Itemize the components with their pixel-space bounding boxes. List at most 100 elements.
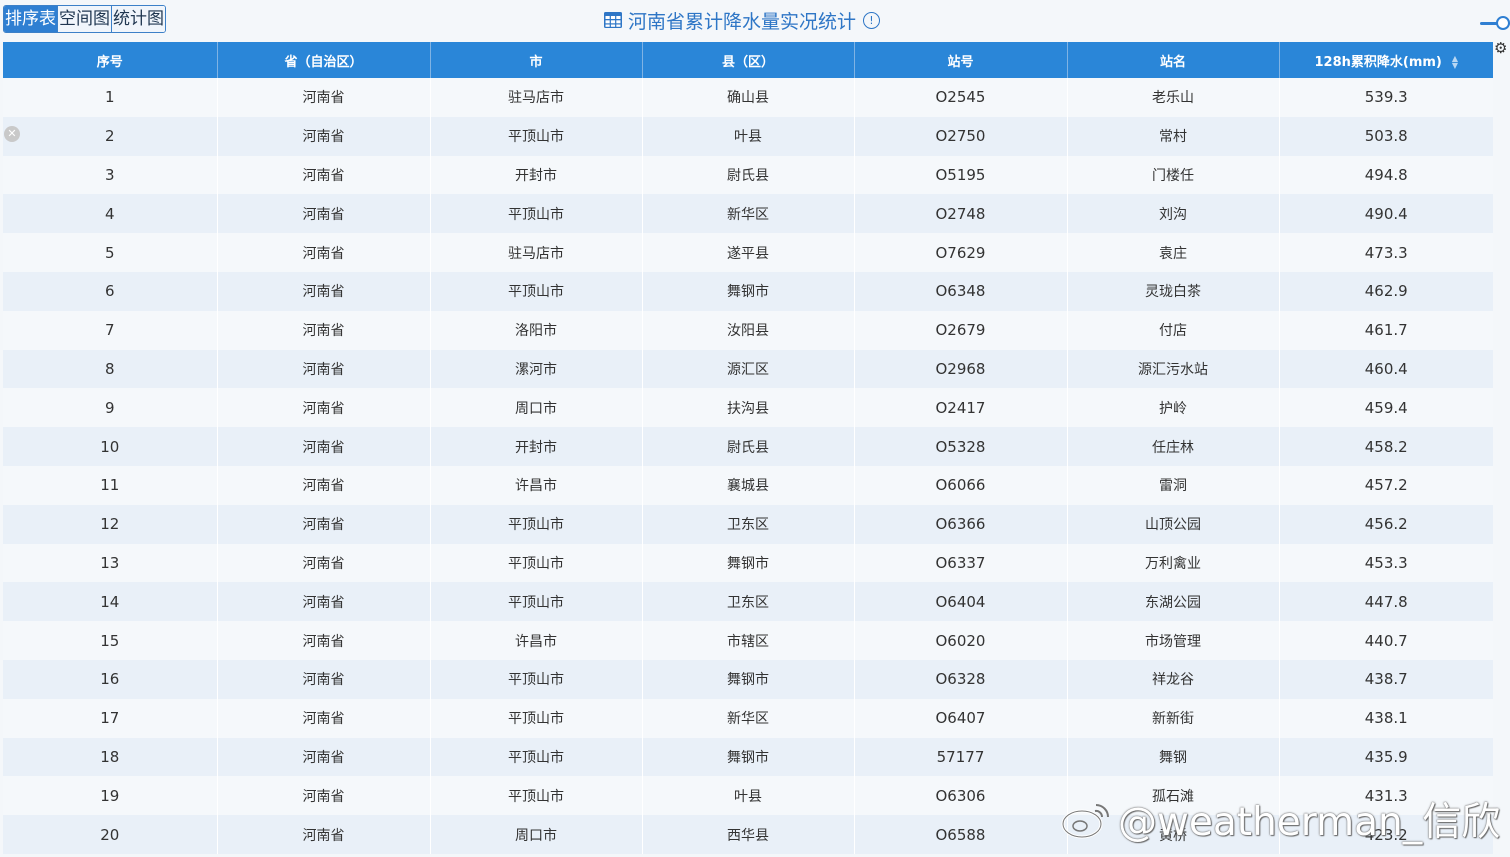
cell-city: 开封市 xyxy=(430,427,643,466)
table-row[interactable]: 18 河南省 平顶山市 舞钢市 57177 舞钢 435.9 xyxy=(3,737,1493,777)
column-header-city[interactable]: 市 xyxy=(430,42,643,78)
cell-city: 周口市 xyxy=(430,388,643,428)
cell-station-name: 祥龙谷 xyxy=(1067,659,1280,699)
cell-precipitation: 440.7 xyxy=(1279,621,1493,660)
cell-city: 平顶山市 xyxy=(430,776,643,816)
cell-station-id: O2679 xyxy=(854,310,1068,350)
table-row[interactable]: 14 河南省 平顶山市 卫东区 O6404 东湖公园 447.8 xyxy=(3,582,1493,622)
column-header-station-name[interactable]: 站名 xyxy=(1067,42,1280,78)
column-header-province[interactable]: 省（自治区） xyxy=(217,42,431,78)
cell-precipitation: 539.3 xyxy=(1279,78,1493,117)
cell-index: 18 xyxy=(3,737,218,777)
top-bar: 排序表 空间图 统计图 河南省累计降水量实况统计 ! xyxy=(0,0,1510,40)
cell-city: 平顶山市 xyxy=(430,194,643,234)
tab-spatial-map[interactable]: 空间图 xyxy=(58,6,112,32)
cell-city: 平顶山市 xyxy=(430,737,643,777)
cell-county: 襄城县 xyxy=(642,465,855,505)
cell-city: 开封市 xyxy=(430,155,643,195)
cell-county: 西华县 xyxy=(642,815,855,854)
table-row[interactable]: 2 河南省 平顶山市 叶县 O2750 常村 503.8 xyxy=(3,116,1493,156)
cell-precipitation: 457.2 xyxy=(1279,465,1493,505)
cell-station-name: 老乐山 xyxy=(1067,78,1280,117)
cell-station-name: 袁庄 xyxy=(1067,233,1280,272)
cell-county: 尉氏县 xyxy=(642,427,855,466)
cell-station-id: O6407 xyxy=(854,698,1068,738)
cell-station-id: O2545 xyxy=(854,78,1068,117)
cell-precipitation: 438.7 xyxy=(1279,659,1493,699)
column-header-station-id[interactable]: 站号 xyxy=(854,42,1068,78)
cell-province: 河南省 xyxy=(217,349,431,389)
precipitation-header-label: 128h累积降水(mm) xyxy=(1314,54,1442,70)
sort-icon[interactable]: ▲ ▼ xyxy=(1452,55,1458,70)
close-icon[interactable]: ✕ xyxy=(4,126,20,142)
table-row[interactable]: 3 河南省 开封市 尉氏县 O5195 门楼任 494.8 xyxy=(3,155,1493,195)
table-row[interactable]: 12 河南省 平顶山市 卫东区 O6366 山顶公园 456.2 xyxy=(3,504,1493,544)
cell-precipitation: 435.9 xyxy=(1279,737,1493,777)
table-row[interactable]: 13 河南省 平顶山市 舞钢市 O6337 万利禽业 453.3 xyxy=(3,543,1493,583)
cell-station-name: 山顶公园 xyxy=(1067,504,1280,544)
table-row[interactable]: 11 河南省 许昌市 襄城县 O6066 雷洞 457.2 xyxy=(3,465,1493,505)
cell-station-name: 刘沟 xyxy=(1067,194,1280,234)
cell-province: 河南省 xyxy=(217,776,431,816)
table-row[interactable]: 6 河南省 平顶山市 舞钢市 O6348 灵珑白茶 462.9 xyxy=(3,271,1493,311)
column-header-county[interactable]: 县（区） xyxy=(642,42,855,78)
column-header-precipitation[interactable]: 128h累积降水(mm) ▲ ▼ xyxy=(1279,42,1493,78)
cell-city: 平顶山市 xyxy=(430,271,643,311)
cell-province: 河南省 xyxy=(217,698,431,738)
cell-county: 新华区 xyxy=(642,194,855,234)
cell-province: 河南省 xyxy=(217,310,431,350)
cell-city: 洛阳市 xyxy=(430,310,643,350)
cell-station-id: O7629 xyxy=(854,233,1068,272)
cell-index: 12 xyxy=(3,504,218,544)
table-body: 1 河南省 驻马店市 确山县 O2545 老乐山 539.3 2 河南省 平顶山市 叶县 O2750 常… xyxy=(3,78,1493,854)
cell-precipitation: 453.3 xyxy=(1279,543,1493,583)
table-row[interactable]: 8 河南省 漯河市 源汇区 O2968 源汇污水站 460.4 xyxy=(3,349,1493,389)
table-row[interactable]: 7 河南省 洛阳市 汝阳县 O2679 付店 461.7 xyxy=(3,310,1493,350)
cell-index: 7 xyxy=(3,310,218,350)
table-row[interactable]: 1 河南省 驻马店市 确山县 O2545 老乐山 539.3 xyxy=(3,78,1493,117)
cell-precipitation: 494.8 xyxy=(1279,155,1493,195)
table-row[interactable]: 4 河南省 平顶山市 新华区 O2748 刘沟 490.4 xyxy=(3,194,1493,234)
cell-precipitation: 503.8 xyxy=(1279,116,1493,156)
cell-city: 驻马店市 xyxy=(430,233,643,272)
cell-county: 市辖区 xyxy=(642,621,855,660)
info-icon[interactable]: ! xyxy=(863,11,881,29)
cell-station-id: O6328 xyxy=(854,659,1068,699)
table-row[interactable]: 16 河南省 平顶山市 舞钢市 O6328 祥龙谷 438.7 xyxy=(3,659,1493,699)
cell-precipitation: 460.4 xyxy=(1279,349,1493,389)
cell-county: 源汇区 xyxy=(642,349,855,389)
cell-index: 15 xyxy=(3,621,218,660)
cell-county: 叶县 xyxy=(642,116,855,156)
cell-county: 卫东区 xyxy=(642,582,855,622)
cell-county: 舞钢市 xyxy=(642,659,855,699)
cell-city: 平顶山市 xyxy=(430,659,643,699)
cell-county: 舞钢市 xyxy=(642,543,855,583)
table-row[interactable]: 5 河南省 驻马店市 遂平县 O7629 袁庄 473.3 xyxy=(3,233,1493,272)
toggle-slider-knob[interactable] xyxy=(1496,16,1510,30)
table-row[interactable]: 9 河南省 周口市 扶沟县 O2417 护岭 459.4 xyxy=(3,388,1493,428)
watermark-text: @weatherman_信欣 xyxy=(1118,800,1501,845)
ranking-table: 序号 省（自治区） 市 县（区） 站号 站名 128h累积降水(mm) ▲ ▼ 1河… xyxy=(3,42,1493,854)
tab-statistics-chart[interactable]: 统计图 xyxy=(112,6,165,32)
cell-station-name: 雷洞 xyxy=(1067,465,1280,505)
tab-ranking-table[interactable]: 排序表 xyxy=(4,6,58,32)
cell-city: 平顶山市 xyxy=(430,504,643,544)
table-header-row: 序号 省（自治区） 市 县（区） 站号 站名 128h累积降水(mm) ▲ ▼ xyxy=(3,42,1493,78)
cell-station-id: O6404 xyxy=(854,582,1068,622)
table-row[interactable]: 17 河南省 平顶山市 新华区 O6407 新新街 438.1 xyxy=(3,698,1493,738)
cell-county: 遂平县 xyxy=(642,233,855,272)
cell-precipitation: 462.9 xyxy=(1279,271,1493,311)
cell-station-id: O5328 xyxy=(854,427,1068,466)
column-header-index[interactable]: 序号 xyxy=(3,42,218,78)
table-row[interactable]: 10 河南省 开封市 尉氏县 O5328 任庄林 458.2 xyxy=(3,427,1493,466)
cell-city: 平顶山市 xyxy=(430,698,643,738)
cell-index: 9 xyxy=(3,388,218,428)
gear-icon[interactable]: ⚙ xyxy=(1494,40,1510,56)
cell-province: 河南省 xyxy=(217,233,431,272)
cell-station-name: 新新街 xyxy=(1067,698,1280,738)
cell-city: 漯河市 xyxy=(430,349,643,389)
cell-station-name: 任庄林 xyxy=(1067,427,1280,466)
page-title-group: 河南省累计降水量实况统计 ! xyxy=(604,6,881,34)
cell-index: 20 xyxy=(3,815,218,854)
table-row[interactable]: 15 河南省 许昌市 市辖区 O6020 市场管理 440.7 xyxy=(3,621,1493,660)
